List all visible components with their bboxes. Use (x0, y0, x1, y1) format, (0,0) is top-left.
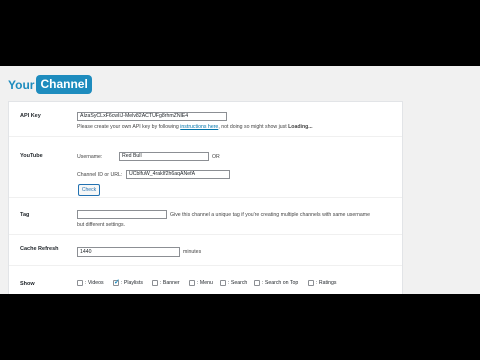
or-text: OR (212, 154, 220, 160)
api-key-value: AIzaSyCLxF6cwIiJ-Melv82ACTUFg8rhmZNlE4 (80, 113, 189, 119)
ratings-checkbox[interactable] (308, 280, 314, 286)
banner-checkbox[interactable] (152, 280, 158, 286)
api-key-help-suffix: , not doing so might show just (218, 124, 287, 130)
logo-your: Your (8, 77, 35, 92)
tag-help-line2: but different settings. (77, 222, 126, 228)
option-videos[interactable]: : Videos (77, 280, 104, 286)
youtube-label: YouTube (20, 153, 43, 159)
youtube-row: YouTube Username: Red Bull OR Channel ID… (9, 136, 402, 197)
tag-input[interactable] (77, 210, 167, 219)
cache-label: Cache Refresh (20, 246, 59, 252)
plugin-logo: Your Channel (8, 75, 92, 94)
channel-id-value: UCblfuW_4rakIf2h6aqANefA (129, 171, 196, 177)
cache-unit: minutes (183, 249, 202, 255)
tag-help-line1: Give this channel a unique tag if you're… (170, 212, 370, 218)
api-key-help: Please create your own API key by follow… (77, 124, 313, 130)
playlists-label: : Playlists (121, 280, 143, 286)
option-banner[interactable]: : Banner (152, 280, 180, 286)
api-key-input[interactable]: AIzaSyCLxF6cwIiJ-Melv82ACTUFg8rhmZNlE4 (77, 112, 227, 121)
cache-input[interactable]: 1440 (77, 247, 180, 257)
ratings-label: : Ratings (316, 280, 337, 286)
menu-label: : Menu (197, 280, 213, 286)
settings-panel: API Key AIzaSyCLxF6cwIiJ-Melv82ACTUFg8rh… (8, 101, 403, 294)
search-on-top-label: : Search on Top (262, 280, 299, 286)
instructions-link[interactable]: instructions here (180, 124, 218, 130)
api-key-row: API Key AIzaSyCLxF6cwIiJ-Melv82ACTUFg8rh… (9, 102, 402, 135)
api-key-help-bold: Loading... (288, 124, 313, 130)
option-menu[interactable]: : Menu (189, 280, 213, 286)
check-button[interactable]: Check (78, 184, 100, 196)
cache-row: Cache Refresh 1440 minutes (9, 234, 402, 265)
settings-viewport: Your Channel API Key AIzaSyCLxF6cwIiJ-Me… (0, 66, 480, 294)
show-row: Show : Videos : Playlists : Banner : Men… (9, 265, 402, 294)
logo-channel: Channel (36, 75, 92, 94)
username-input[interactable]: Red Bull (119, 152, 209, 161)
menu-checkbox[interactable] (189, 280, 195, 286)
channel-id-input[interactable]: UCblfuW_4rakIf2h6aqANefA (126, 170, 230, 179)
videos-checkbox[interactable] (77, 280, 83, 286)
channel-id-label: Channel ID or URL: (77, 172, 123, 178)
option-playlists[interactable]: : Playlists (113, 278, 143, 286)
search-checkbox[interactable] (220, 280, 226, 286)
username-label: Username: (77, 154, 103, 160)
search-on-top-checkbox[interactable] (254, 280, 260, 286)
show-label: Show (20, 281, 35, 287)
username-value: Red Bull (122, 153, 142, 159)
playlists-checkbox[interactable] (113, 278, 120, 286)
api-key-label: API Key (20, 113, 41, 119)
banner-label: : Banner (160, 280, 180, 286)
tag-label: Tag (20, 212, 30, 218)
cache-value: 1440 (80, 249, 92, 255)
option-search-on-top[interactable]: : Search on Top (254, 280, 298, 286)
option-search[interactable]: : Search (220, 280, 247, 286)
option-ratings[interactable]: : Ratings (308, 280, 336, 286)
api-key-help-prefix: Please create your own API key by follow… (77, 124, 179, 130)
videos-label: : Videos (85, 280, 104, 286)
search-label: : Search (228, 280, 248, 286)
tag-row: Tag Give this channel a unique tag if yo… (9, 197, 402, 234)
